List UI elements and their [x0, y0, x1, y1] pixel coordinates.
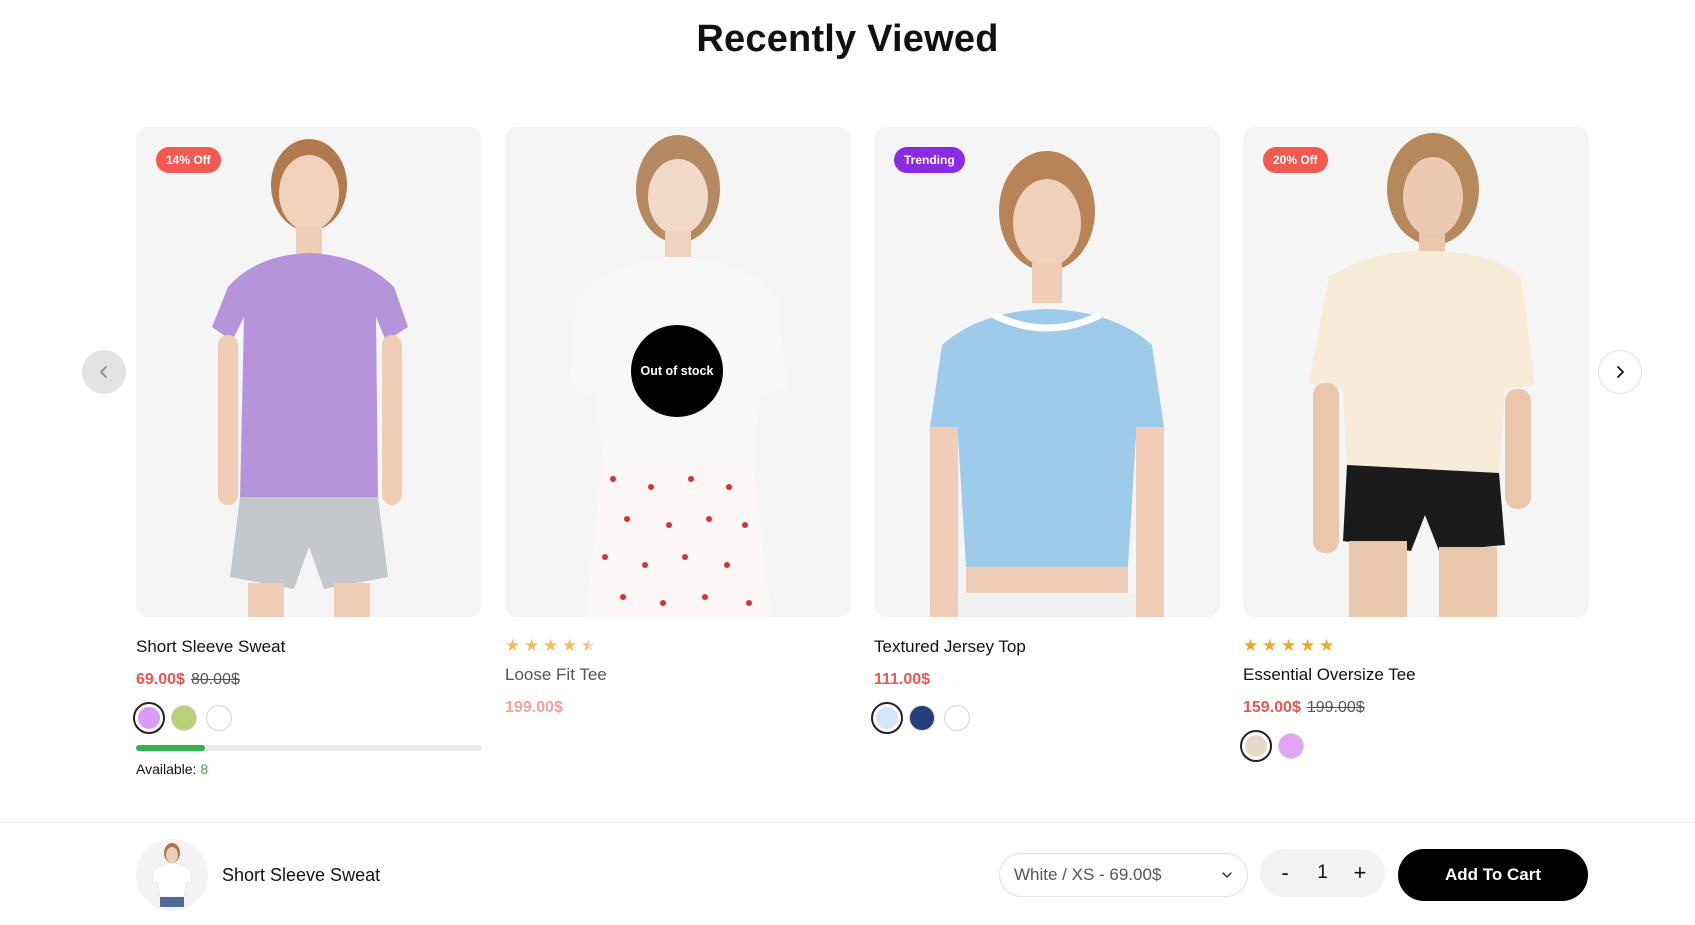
carousel-next-button[interactable] — [1598, 350, 1642, 394]
product-card[interactable]: 20% Off ★ ★ ★ ★ ★ Essential Oversize Tee 159… — [1240, 127, 1589, 773]
quantity-decrease-button[interactable]: - — [1272, 860, 1298, 886]
compare-price: 199.00$ — [1306, 699, 1365, 716]
color-swatch[interactable] — [133, 702, 165, 734]
star-icon: ★ — [1243, 636, 1259, 655]
star-rating: ★ ★ ★ ★ ★ — [1243, 637, 1589, 655]
color-swatch[interactable] — [206, 705, 232, 731]
color-swatches — [871, 702, 1220, 734]
quantity-increase-button[interactable]: + — [1347, 860, 1373, 886]
product-card[interactable]: Out of stock ★ ★ ★ ★ ★ Loose Fit Tee 199.00$ — [505, 127, 851, 733]
star-icon: ★ — [1262, 636, 1278, 655]
product-photo-textured-jersey-top — [930, 151, 1164, 617]
product-name[interactable]: Essential Oversize Tee — [1243, 665, 1589, 685]
product-photo-short-sleeve-sweat — [212, 139, 408, 617]
product-photo-essential-oversize-tee — [1309, 133, 1535, 617]
section-title: Recently Viewed — [696, 18, 999, 60]
carousel-prev-button[interactable] — [82, 350, 126, 394]
sale-price: 159.00$ — [1243, 699, 1301, 716]
sticky-product-name: Short Sleeve Sweat — [222, 865, 381, 885]
discount-badge: 14% Off — [156, 147, 221, 173]
color-swatch[interactable] — [944, 705, 970, 731]
discount-badge: 20% Off — [1263, 147, 1328, 173]
color-swatches — [133, 702, 482, 734]
sale-price: 69.00$ — [136, 671, 185, 688]
color-swatch[interactable] — [909, 705, 935, 731]
sticky-product-photo — [151, 843, 193, 907]
color-swatches — [1240, 730, 1589, 762]
chevron-left-icon — [100, 366, 107, 378]
color-swatch[interactable] — [1278, 733, 1304, 759]
product-image[interactable]: 14% Off — [136, 127, 482, 617]
product-card[interactable]: Trending Textured Jersey Top 111.00$ — [871, 127, 1220, 745]
product-card[interactable]: 14% Off Short Sleeve Sweat 69.00$ 80.00$… — [133, 127, 482, 777]
quantity-stepper: - 1 + — [1260, 849, 1385, 897]
quantity-value[interactable]: 1 — [1317, 862, 1328, 884]
product-name[interactable]: Textured Jersey Top — [874, 637, 1220, 657]
star-icon: ★ — [1319, 636, 1335, 655]
star-icon: ★ — [505, 636, 521, 655]
star-icon: ★ — [1281, 636, 1297, 655]
product-name[interactable]: Short Sleeve Sweat — [136, 637, 482, 657]
sticky-product-thumbnail — [136, 839, 208, 911]
availability-label: Available: — [136, 761, 197, 777]
out-of-stock-label: Out of stock — [631, 325, 723, 417]
stock-progress-fill — [136, 745, 206, 751]
chevron-down-icon — [1222, 872, 1232, 878]
star-icon: ★ — [543, 636, 559, 655]
color-swatch[interactable] — [871, 702, 903, 734]
compare-price: 80.00$ — [190, 671, 240, 688]
add-to-cart-button[interactable]: Add To Cart — [1398, 849, 1588, 901]
product-image[interactable]: 20% Off — [1243, 127, 1589, 617]
star-icon: ★ — [524, 636, 540, 655]
variant-selected-value: White / XS - 69.00$ — [1014, 865, 1162, 884]
star-icon: ★ — [562, 636, 578, 655]
stock-progress-bar — [136, 745, 482, 751]
sticky-add-to-cart-bar: Short Sleeve Sweat White / XS - 69.00$ -… — [0, 822, 1695, 925]
sale-price: 199.00$ — [505, 699, 563, 716]
product-image[interactable]: Trending — [874, 127, 1220, 617]
color-swatch[interactable] — [1240, 730, 1272, 762]
chevron-right-icon — [1617, 366, 1624, 378]
availability: Available: 8 — [136, 761, 482, 777]
product-image[interactable]: Out of stock — [505, 127, 851, 617]
star-rating: ★ ★ ★ ★ ★ — [505, 637, 851, 655]
variant-select[interactable]: White / XS - 69.00$ — [999, 853, 1248, 897]
color-swatch[interactable] — [171, 705, 197, 731]
availability-count: 8 — [200, 761, 209, 777]
product-name[interactable]: Loose Fit Tee — [505, 665, 851, 685]
star-icon: ★ — [581, 636, 597, 655]
sale-price: 111.00$ — [874, 671, 931, 688]
trending-badge: Trending — [894, 147, 965, 173]
star-icon: ★ — [1300, 636, 1316, 655]
